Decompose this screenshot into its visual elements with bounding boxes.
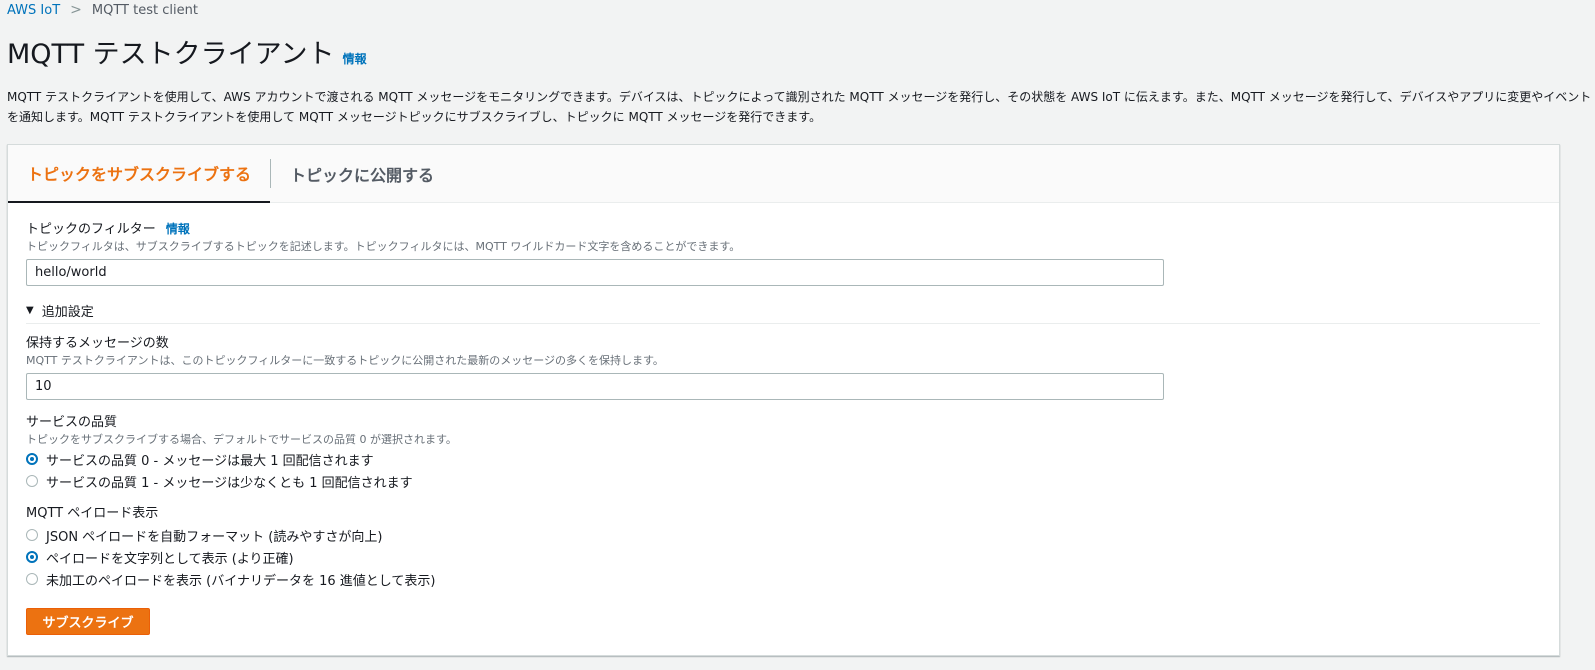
topic-filter-description: トピックフィルタは、サブスクライブするトピックを記述します。トピックフィルタには…: [26, 240, 741, 253]
retained-messages-description: MQTT テストクライアントは、このトピックフィルターに一致するトピックに公開さ…: [26, 354, 664, 367]
caret-down-icon: ▼: [26, 305, 34, 316]
topic-filter-info-link[interactable]: 情報: [166, 222, 190, 236]
radio-unchecked-icon[interactable]: [26, 573, 38, 585]
additional-settings-header[interactable]: ▼ 追加設定: [26, 301, 94, 320]
qos-label: サービスの品質: [26, 415, 118, 430]
qos-option-0[interactable]: サービスの品質 0 - メッセージは最大 1 回配信されます: [26, 448, 457, 470]
qos-section: サービスの品質 トピックをサブスクライブする場合、デフォルトでサービスの品質 0…: [26, 411, 457, 492]
subscribe-form: トピックのフィルター 情報 トピックフィルタは、サブスクライブするトピックを記述…: [8, 203, 1559, 655]
payload-option-raw[interactable]: 未加工のペイロードを表示 (バイナリデータを 16 進値として表示): [26, 568, 435, 590]
retained-messages-input[interactable]: 10: [26, 373, 1164, 400]
payload-display-label: MQTT ペイロード表示: [26, 506, 159, 521]
radio-unchecked-icon[interactable]: [26, 529, 38, 541]
radio-unchecked-icon[interactable]: [26, 475, 38, 487]
subscribe-button-wrap: サブスクライブ: [26, 608, 150, 635]
tab-bar: トピックをサブスクライブする トピックに公開する: [8, 145, 1559, 203]
additional-settings-label: 追加設定: [41, 305, 94, 320]
qos-option-0-label: サービスの品質 0 - メッセージは最大 1 回配信されます: [46, 453, 374, 469]
payload-display-section: MQTT ペイロード表示 JSON ペイロードを自動フォーマット (読みやすさが…: [26, 502, 435, 590]
tab-publish[interactable]: トピックに公開する: [271, 145, 453, 202]
breadcrumb-current: MQTT test client: [91, 2, 198, 18]
radio-checked-icon[interactable]: [26, 453, 38, 465]
topic-filter-section: トピックのフィルター 情報 トピックフィルタは、サブスクライブするトピックを記述…: [26, 218, 1164, 286]
page-info-link[interactable]: 情報: [343, 50, 367, 67]
topic-filter-input[interactable]: hello/world: [26, 259, 1164, 286]
payload-option-string-label: ペイロードを文字列として表示 (より正確): [46, 551, 294, 567]
subscribe-button[interactable]: サブスクライブ: [26, 608, 150, 635]
additional-settings-toggle[interactable]: ▼ 追加設定: [26, 301, 94, 320]
topic-filter-label: トピックのフィルター: [26, 222, 156, 237]
payload-option-json-label: JSON ペイロードを自動フォーマット (読みやすさが向上): [46, 529, 383, 545]
breadcrumb-aws-iot-link[interactable]: AWS IoT: [7, 3, 60, 18]
chevron-right-icon: >: [70, 2, 82, 18]
mqtt-client-panel: トピックをサブスクライブする トピックに公開する トピックのフィルター 情報 ト…: [7, 144, 1560, 656]
page-description: MQTT テストクライアントを使用して、AWS アカウントで渡される MQTT …: [7, 90, 1592, 124]
payload-option-json[interactable]: JSON ペイロードを自動フォーマット (読みやすさが向上): [26, 524, 435, 546]
retained-messages-section: 保持するメッセージの数 MQTT テストクライアントは、このトピックフィルターに…: [26, 332, 1164, 400]
qos-option-1-label: サービスの品質 1 - メッセージは少なくとも 1 回配信されます: [46, 475, 413, 491]
section-divider: [26, 323, 1540, 324]
breadcrumb: AWS IoT > MQTT test client: [7, 2, 198, 18]
tab-subscribe[interactable]: トピックをサブスクライブする: [8, 145, 271, 203]
payload-option-raw-label: 未加工のペイロードを表示 (バイナリデータを 16 進値として表示): [46, 573, 436, 589]
topic-filter-label-row: トピックのフィルター 情報: [26, 218, 1164, 237]
radio-checked-icon[interactable]: [26, 551, 38, 563]
payload-option-string[interactable]: ペイロードを文字列として表示 (より正確): [26, 546, 435, 568]
retained-messages-label: 保持するメッセージの数: [26, 336, 169, 351]
page-title: MQTT テストクライアント: [7, 39, 335, 70]
page-header: MQTT テストクライアント 情報: [7, 32, 367, 71]
qos-option-1[interactable]: サービスの品質 1 - メッセージは少なくとも 1 回配信されます: [26, 470, 457, 492]
qos-description: トピックをサブスクライブする場合、デフォルトでサービスの品質 0 が選択されます…: [26, 433, 457, 446]
